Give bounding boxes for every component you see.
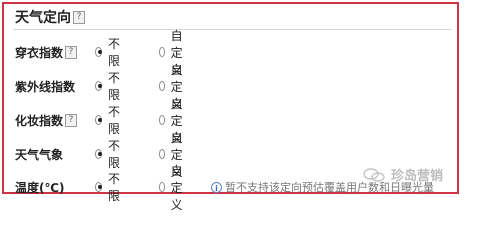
radio-unselected-icon[interactable] [159,182,165,192]
option-unlimited[interactable]: 不限 [95,137,123,171]
row-label: 穿衣指数 ? [15,44,95,61]
row-label: 天气气象 [15,147,64,162]
row-label: 化妆指数 ? [15,112,95,129]
radio-unselected-icon[interactable] [159,115,165,125]
row-label: 温度(℃) [15,180,65,195]
row-weather-condition: 天气气象 不限 自定义 [15,131,183,179]
radio-selected-icon[interactable] [95,81,102,91]
row-dressing-index: 穿衣指数 ? 不限 自定义 [15,29,183,77]
section-title-text: 天气定向 [15,10,71,26]
help-icon[interactable]: ? [73,10,85,24]
radio-unselected-icon[interactable] [159,149,165,159]
radio-unselected-icon[interactable] [159,47,165,57]
radio-unselected-icon[interactable] [159,81,165,91]
option-unlimited[interactable]: 不限 [95,35,123,69]
row-temperature: 温度(℃) 不限 自定义 i 暂不支持该定向预估覆盖用户数和日曝光量 [15,164,434,212]
option-unlimited[interactable]: 不限 [95,170,123,204]
help-icon[interactable]: ? [65,113,78,127]
row-makeup-index: 化妆指数 ? 不限 自定义 [15,97,183,145]
option-custom[interactable]: 自定义 [159,162,187,213]
option-unlimited[interactable]: 不限 [95,103,123,137]
row-label: 紫外线指数 [15,79,76,94]
watermark: 珍岛营销 [363,165,443,184]
radio-selected-icon[interactable] [95,149,102,159]
watermark-text: 珍岛营销 [391,169,444,184]
row-uv-index: 紫外线指数 不限 自定义 [15,63,183,111]
info-icon: i [211,181,222,193]
help-icon[interactable]: ? [65,45,78,59]
option-unlimited[interactable]: 不限 [95,69,123,103]
radio-selected-icon[interactable] [95,47,102,57]
divider [13,29,452,30]
chat-bubble-icon [363,167,385,182]
radio-selected-icon[interactable] [95,115,102,125]
radio-selected-icon[interactable] [95,182,102,192]
section-title: 天气定向 ? [15,7,85,27]
